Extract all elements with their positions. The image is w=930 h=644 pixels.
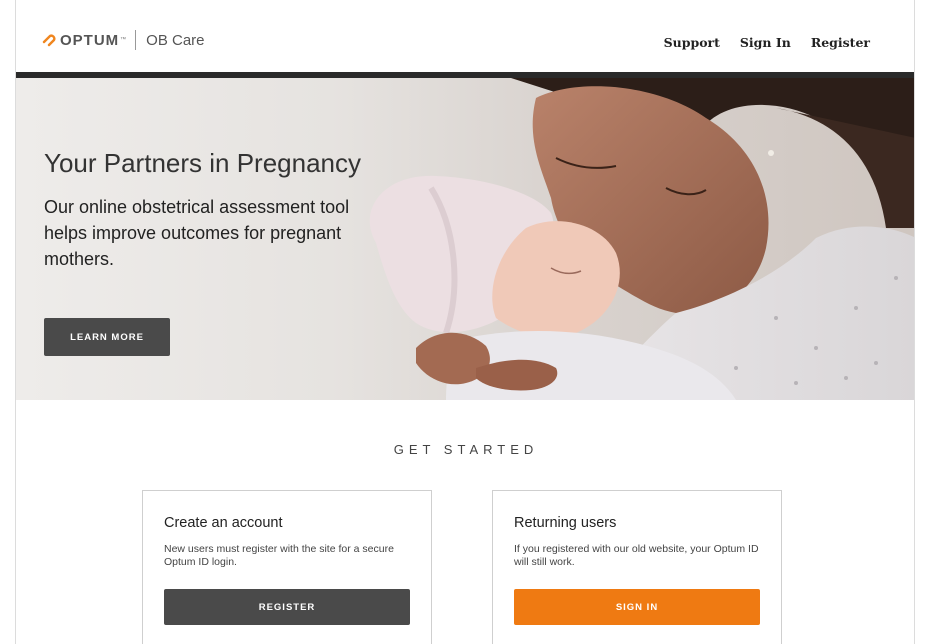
optum-logo[interactable]: OPTUM ™ OB Care	[42, 30, 205, 50]
nav-support-link[interactable]: Support	[664, 35, 720, 50]
create-account-title: Create an account	[164, 515, 283, 531]
returning-users-card: Returning users If you registered with o…	[492, 490, 782, 644]
nav-sign-in-link[interactable]: Sign In	[740, 35, 791, 50]
hero-banner: Your Partners in Pregnancy Our online ob…	[16, 78, 914, 400]
logo-text: OPTUM	[60, 31, 120, 49]
get-started-heading: GET STARTED	[393, 442, 539, 457]
create-account-card: Create an account New users must registe…	[142, 490, 432, 644]
register-button[interactable]: REGISTER	[164, 589, 410, 625]
sign-in-button[interactable]: SIGN IN	[514, 589, 760, 625]
nav-register-link[interactable]: Register	[811, 35, 870, 50]
product-name: OB Care	[146, 31, 205, 49]
returning-users-text: If you registered with our old website, …	[514, 543, 759, 568]
returning-users-title: Returning users	[514, 515, 617, 531]
top-nav: Support Sign In Register	[664, 35, 870, 50]
optum-mark-icon	[42, 34, 56, 47]
page-frame: OPTUM ™ OB Care Support Sign In Register	[15, 0, 915, 644]
site-header: OPTUM ™ OB Care Support Sign In Register	[16, 0, 914, 72]
hero-description: Our online obstetrical assessment tool h…	[44, 197, 350, 269]
learn-more-button[interactable]: LEARN MORE	[44, 318, 170, 356]
create-account-text: New users must register with the site fo…	[164, 543, 394, 568]
hero-title: Your Partners in Pregnancy	[44, 148, 362, 178]
logo-trademark: ™	[120, 37, 127, 43]
logo-divider	[135, 30, 137, 50]
